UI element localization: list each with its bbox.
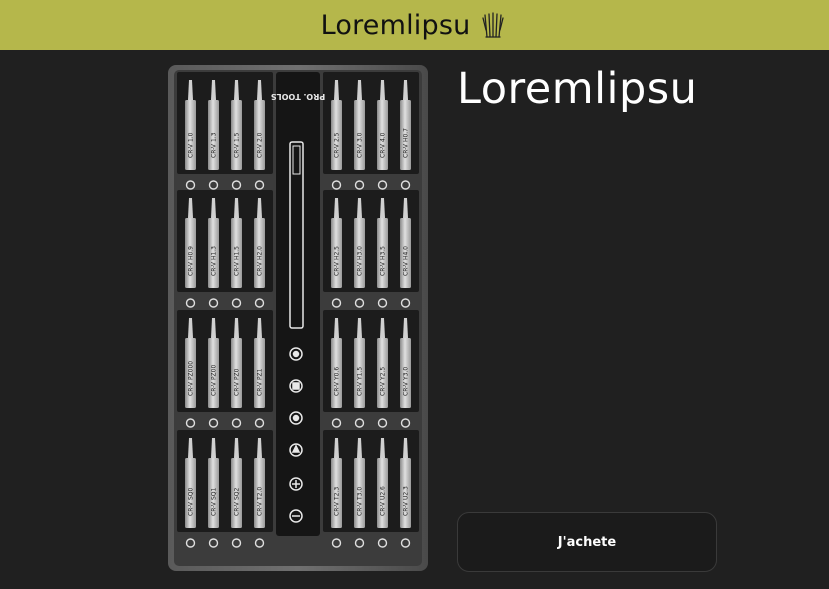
bit-size-label: CR-V SQ2 [234,488,241,516]
bit-size-label: CR-V 1.3 [211,132,218,158]
brush-icon [482,12,505,38]
bit-size-label: CR-V Y0.6 [334,367,341,396]
bit-size-label: CR-V H4.0 [403,246,410,276]
bit-size-label: CR-V Y3.0 [403,367,410,396]
bit-size-label: CR-V H0.7 [403,128,410,158]
bit-size-label: CR-V Y1.5 [357,367,364,396]
brand-name[interactable]: Loremlipsu [321,10,471,41]
bit-size-label: CR-V PZ0 [234,368,241,396]
bit-size-label: CR-V H2.5 [334,246,341,276]
bit-size-label: CR-V 2.0 [257,132,264,158]
bit-size-label: CR-V H3.5 [380,246,387,276]
bit-size-label: CR-V 3.0 [357,132,364,158]
bit-size-label: CR-V T2.0 [257,487,264,516]
bit-size-label: CR-V SQ1 [211,488,218,516]
bit-size-label: CR-V PZ1 [257,368,264,396]
bit-size-label: CR-V U2.6 [380,486,387,516]
bit-size-label: CR-V U2.3 [403,486,410,516]
tray-brand-text: PRO. TOOLS [271,92,326,101]
bit-size-label: CR-V Y2.5 [380,367,387,396]
top-header-bar: Loremlipsu [0,0,829,50]
bit-size-label: CR-V H3.0 [357,246,364,276]
bit-size-label: CR-V T3.0 [357,487,364,516]
bit-size-label: CR-V H0.9 [188,246,195,276]
bit-size-label: CR-V PZ000 [188,361,195,396]
bit-size-label: CR-V 1.0 [188,132,195,158]
bit-size-label: CR-V T2.3 [334,487,341,516]
bit-size-label: CR-V H1.5 [234,246,241,276]
product-title: Loremlipsu [457,64,698,114]
bit-size-label: CR-V H2.0 [257,246,264,276]
bit-size-label: CR-V PZ00 [211,365,218,396]
bit-size-label: CR-V SQ0 [188,488,195,516]
buy-button[interactable]: J'achete [457,512,717,572]
bit-size-label: CR-V 2.5 [334,132,341,158]
bit-size-label: CR-V H1.3 [211,246,218,276]
product-image[interactable]: PRO. TOOLS CR-V 1.0 CR-V 1.3 CR-V 1.5 CR-V … [167,64,429,572]
bit-size-label: CR-V 1.5 [234,132,241,158]
bit-size-label: CR-V 4.0 [380,132,387,158]
